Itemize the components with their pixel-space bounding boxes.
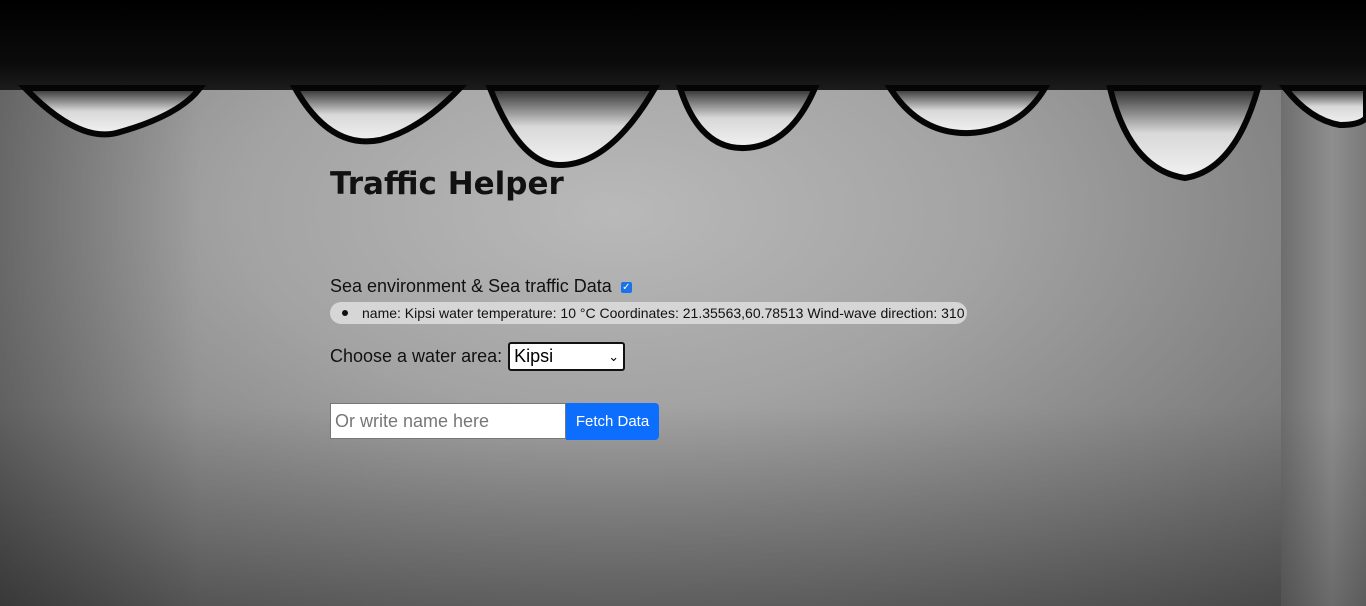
sea-data-checkbox[interactable]: ✓ — [620, 282, 632, 293]
water-area-name-input[interactable] — [330, 403, 566, 439]
fetch-data-button[interactable]: Fetch Data — [566, 403, 659, 440]
water-area-row: Choose a water area: Kipsi ⌄ — [330, 342, 626, 371]
sea-data-toggle: Sea environment & Sea traffic Data ✓ — [330, 276, 632, 297]
water-drops-image — [0, 0, 1366, 182]
bullet-icon — [342, 310, 348, 316]
page-title: Traffic Helper — [330, 166, 564, 202]
sea-data-label: Sea environment & Sea traffic Data — [330, 276, 612, 296]
sea-data-text: name: Kipsi water temperature: 10 °C Coo… — [362, 305, 965, 321]
water-area-selected-value: Kipsi — [514, 346, 554, 366]
name-search-row: Fetch Data — [330, 403, 659, 440]
chevron-down-icon: ⌄ — [608, 348, 620, 364]
sea-data-list-item: name: Kipsi water temperature: 10 °C Coo… — [330, 302, 967, 324]
background-shade-bottom — [0, 406, 1366, 606]
water-area-select[interactable]: Kipsi ⌄ — [508, 342, 626, 371]
water-area-label: Choose a water area: — [330, 346, 503, 366]
page-background: Traffic Helper Sea environment & Sea tra… — [0, 0, 1366, 606]
